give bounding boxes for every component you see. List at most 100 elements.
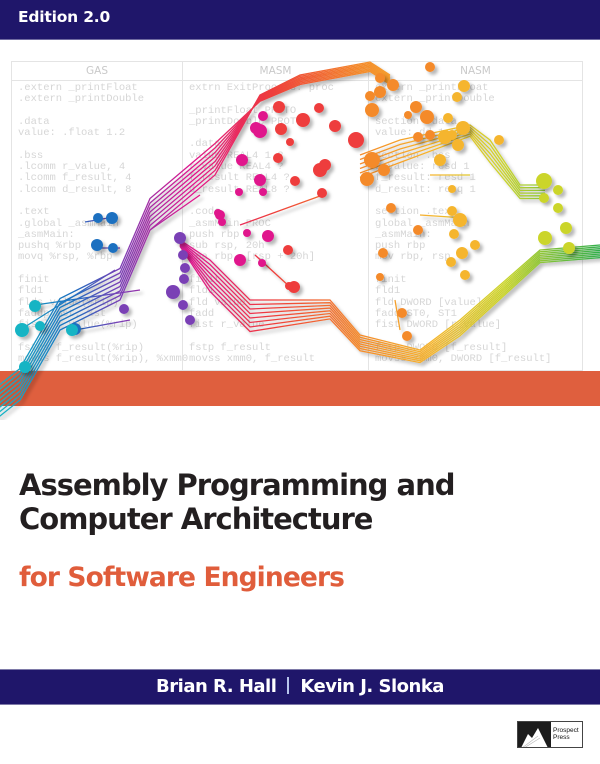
circuit-node: [329, 120, 341, 132]
circuit-node: [19, 361, 31, 373]
circuit-node: [290, 176, 300, 186]
author-separator: [287, 677, 290, 694]
circuit-node: [456, 121, 470, 135]
circuit-node: [410, 101, 422, 113]
circuit-trace: [0, 64, 391, 408]
author-list: Brian R. Hall Kevin J. Slonka: [0, 676, 600, 697]
circuit-trace: [0, 65, 391, 404]
circuit-node: [425, 130, 435, 140]
circuit-node: [387, 79, 399, 91]
circuit-node: [178, 250, 188, 260]
circuit-node: [360, 172, 374, 186]
circuit-node: [314, 103, 324, 113]
circuit-node: [218, 218, 226, 226]
circuit-node: [413, 132, 423, 142]
circuit-node: [317, 188, 327, 198]
circuit-node: [413, 225, 423, 235]
circuit-node: [364, 152, 380, 168]
circuit-node: [15, 323, 29, 337]
mountain-logo-icon: [518, 722, 551, 747]
circuit-node: [452, 139, 464, 151]
circuit-node: [166, 285, 180, 299]
publisher-name-line-2: Press: [553, 734, 570, 741]
circuit-node: [447, 130, 457, 140]
circuit-trace: [0, 68, 391, 395]
circuit-node: [563, 242, 575, 254]
circuit-node: [234, 254, 246, 266]
circuit-node: [119, 304, 129, 314]
circuit-trace: [74, 319, 131, 331]
circuit-node: [29, 300, 41, 312]
circuit-node: [397, 308, 407, 318]
circuit-node: [235, 188, 243, 196]
circuit-node: [536, 173, 552, 189]
circuit-nodes: [15, 62, 575, 373]
circuit-node: [273, 153, 283, 163]
circuit-node: [179, 274, 189, 284]
circuit-node: [560, 222, 572, 234]
circuit-node: [258, 259, 266, 267]
circuit-node: [262, 230, 274, 242]
circuit-node: [108, 243, 118, 253]
author-name: Brian R. Hall: [156, 676, 277, 697]
book-title: Assembly Programming and Computer Archit…: [19, 468, 456, 536]
circuit-node: [425, 62, 435, 72]
circuit-node: [376, 273, 384, 281]
circuit-trace: [239, 195, 321, 226]
circuit-node: [374, 86, 386, 98]
circuit-node: [553, 203, 563, 213]
publisher-name: Prospect Press: [551, 722, 579, 747]
circuit-node: [66, 324, 78, 336]
circuit-node: [285, 282, 293, 290]
circuit-node: [494, 135, 504, 145]
circuit-node: [106, 212, 118, 224]
circuit-node: [365, 91, 375, 101]
circuit-node: [178, 300, 188, 310]
author-banner: Brian R. Hall Kevin J. Slonka: [0, 669, 600, 705]
publisher-name-line-1: Prospect: [553, 727, 579, 734]
circuit-node: [185, 315, 195, 325]
title-line-1: Assembly Programming and: [19, 468, 456, 502]
circuit-trace: [0, 66, 391, 399]
circuit-node: [460, 270, 470, 280]
circuit-node: [273, 101, 285, 113]
circuit-node: [420, 110, 434, 124]
author-name: Kevin J. Slonka: [300, 676, 444, 697]
circuit-node: [470, 240, 480, 250]
publisher-logo: Prospect Press: [517, 721, 583, 748]
circuit-node: [91, 239, 103, 251]
circuit-node: [378, 248, 388, 258]
circuit-node: [452, 92, 462, 102]
circuit-node: [259, 188, 267, 196]
circuit-node: [447, 206, 457, 216]
circuit-node: [365, 103, 379, 117]
circuit-trace: [0, 61, 391, 417]
circuit-node: [243, 229, 251, 237]
circuit-node: [453, 213, 467, 227]
circuit-node: [443, 113, 453, 123]
circuit-node: [174, 232, 186, 244]
circuit-node: [250, 122, 262, 134]
circuit-node: [254, 174, 266, 186]
circuit-node: [35, 321, 45, 331]
circuit-trace: [0, 62, 391, 413]
circuit-node: [296, 113, 310, 127]
circuit-node: [553, 185, 563, 195]
circuit-node: [348, 132, 364, 148]
circuit-node: [404, 111, 412, 119]
circuit-node: [258, 111, 268, 121]
circuit-node: [283, 245, 293, 255]
circuit-node: [539, 193, 549, 203]
circuit-node: [375, 73, 385, 83]
circuit-node: [319, 159, 331, 171]
title-line-2: Computer Architecture: [19, 502, 373, 536]
circuit-node: [236, 154, 248, 166]
circuit-node: [448, 185, 456, 193]
circuit-node: [180, 263, 190, 273]
circuit-node: [456, 247, 468, 259]
circuit-node: [458, 80, 470, 92]
book-subtitle: for Software Engineers: [19, 562, 345, 593]
circuit-node: [434, 154, 446, 166]
circuit-node: [214, 209, 222, 217]
circuit-trace-illustration: [0, 61, 600, 417]
